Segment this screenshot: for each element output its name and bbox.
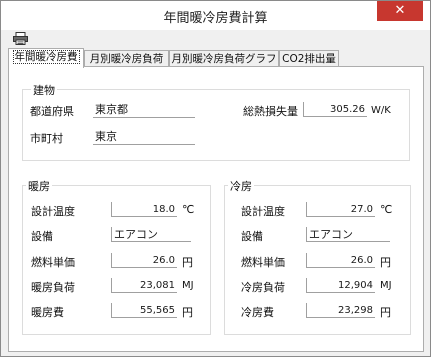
cooling-group-title: 冷房 xyxy=(228,178,254,194)
heating-fuel-price-unit: 円 xyxy=(182,256,193,269)
toolbar xyxy=(1,30,430,47)
heating-load-field[interactable]: 23,081 xyxy=(111,278,177,293)
app-window: 年間暖冷房費計算 ✕ 年間暖冷房費 月別暖冷房負荷 月別暖冷房負荷グラフ CO2… xyxy=(0,0,431,357)
city-field[interactable]: 東京 xyxy=(93,129,195,145)
tab-monthly-load[interactable]: 月別暖冷房負荷 xyxy=(84,50,169,67)
heating-temp-field[interactable]: 18.0 xyxy=(111,202,177,217)
cooling-cost-field[interactable]: 23,298 xyxy=(306,303,375,318)
window-title: 年間暖冷房費計算 xyxy=(163,11,268,26)
prefecture-label: 都道府県 xyxy=(30,105,74,118)
title-bar: 年間暖冷房費計算 ✕ xyxy=(1,1,430,30)
cooling-fuel-price-label: 燃料単価 xyxy=(241,256,285,269)
cooling-temp-label: 設計温度 xyxy=(241,205,285,218)
cooling-fuel-price-field[interactable]: 26.0 xyxy=(306,253,375,268)
building-group-title: 建物 xyxy=(31,82,57,98)
heating-cost-field[interactable]: 55,565 xyxy=(111,303,177,318)
tab-strip: 年間暖冷房費 月別暖冷房負荷 月別暖冷房負荷グラフ CO2排出量 xyxy=(8,48,423,68)
tab-label: 月別暖冷房負荷 xyxy=(89,53,164,65)
heating-equip-label: 設備 xyxy=(31,230,53,243)
cooling-cost-label: 冷房費 xyxy=(241,306,274,319)
heating-equip-field[interactable]: エアコン xyxy=(111,227,191,242)
cooling-fuel-price-unit: 円 xyxy=(380,256,391,269)
heating-fuel-price-field[interactable]: 26.0 xyxy=(111,253,177,268)
building-group: 建物 都道府県 東京都 市町村 東京 総熱損失量 305.26 W/K xyxy=(22,82,410,161)
cooling-cost-unit: 円 xyxy=(380,306,391,319)
tab-monthly-load-graph[interactable]: 月別暖冷房負荷グラフ xyxy=(169,50,279,67)
heating-temp-label: 設計温度 xyxy=(31,205,75,218)
close-button[interactable]: ✕ xyxy=(377,1,423,21)
heating-load-unit: MJ xyxy=(182,280,194,291)
heating-load-label: 暖房負荷 xyxy=(31,281,75,294)
heat-loss-unit: W/K xyxy=(371,105,391,116)
heat-loss-field[interactable]: 305.26 xyxy=(303,102,367,117)
tab-co2[interactable]: CO2排出量 xyxy=(279,50,339,67)
printer-icon[interactable] xyxy=(13,32,28,45)
cooling-equip-label: 設備 xyxy=(241,230,263,243)
cooling-equip-field[interactable]: エアコン xyxy=(306,227,390,242)
heating-cost-unit: 円 xyxy=(182,306,193,319)
heating-fuel-price-label: 燃料単価 xyxy=(31,256,75,269)
heating-temp-unit: ℃ xyxy=(182,203,195,216)
heat-loss-label: 総熱損失量 xyxy=(243,105,298,118)
heating-group-title: 暖房 xyxy=(26,178,52,194)
heating-cost-label: 暖房費 xyxy=(31,306,64,319)
cooling-load-unit: MJ xyxy=(380,280,392,291)
cooling-load-label: 冷房負荷 xyxy=(241,281,285,294)
cooling-group: 冷房 設計温度 27.0 ℃ 設備 エアコン 燃料単価 26.0 円 冷房負荷 … xyxy=(224,178,411,335)
city-label: 市町村 xyxy=(30,132,63,145)
tab-annual-cost[interactable]: 年間暖冷房費 xyxy=(8,48,84,68)
tab-label: CO2排出量 xyxy=(282,53,336,65)
tab-label: 年間暖冷房費 xyxy=(12,50,80,64)
tab-panel: 建物 都道府県 東京都 市町村 東京 総熱損失量 305.26 W/K 暖房 設… xyxy=(8,66,424,352)
tab-label: 月別暖冷房負荷グラフ xyxy=(171,53,277,65)
prefecture-field[interactable]: 東京都 xyxy=(93,102,195,118)
cooling-temp-unit: ℃ xyxy=(380,203,393,216)
cooling-temp-field[interactable]: 27.0 xyxy=(306,202,375,217)
cooling-load-field[interactable]: 12,904 xyxy=(306,278,375,293)
heating-group: 暖房 設計温度 18.0 ℃ 設備 エアコン 燃料単価 26.0 円 暖房負荷 … xyxy=(22,178,211,335)
